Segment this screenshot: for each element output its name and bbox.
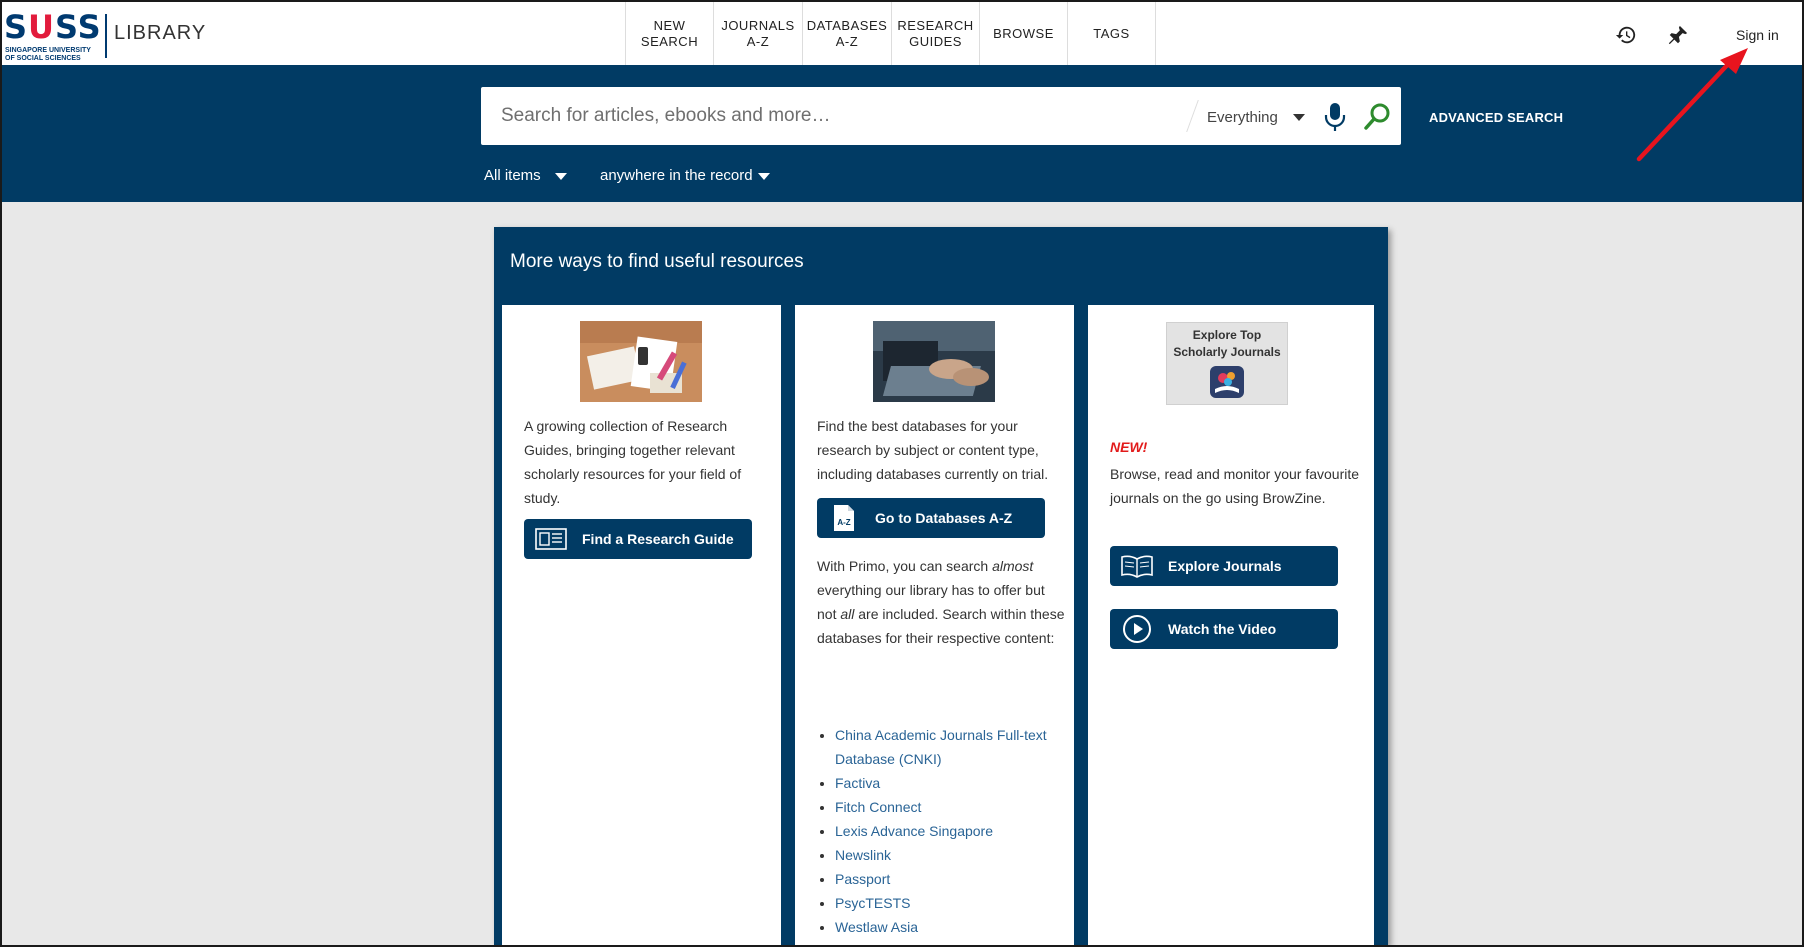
database-link-fitch[interactable]: Fitch Connect [835, 795, 1050, 819]
nav-new-search[interactable]: NEW SEARCH [626, 2, 714, 65]
svg-text:A-Z: A-Z [837, 518, 850, 527]
az-document-icon: A-Z [827, 505, 861, 531]
primo-note-em2: all [840, 606, 855, 622]
logo-subtitle-line1: SINGAPORE UNIVERSITY [5, 47, 91, 54]
resources-panel: More ways to find useful resources A gro… [494, 227, 1388, 945]
chevron-down-icon[interactable] [1293, 114, 1305, 121]
browzine-app-icon [1210, 366, 1244, 398]
logo-wordmark: SUSS [4, 8, 102, 46]
databases-card: Find the best databases for your researc… [795, 305, 1074, 945]
database-link-factiva[interactable]: Factiva [835, 771, 1050, 795]
nav-browse[interactable]: BROWSE [980, 2, 1068, 65]
app-window: SUSS SINGAPORE UNIVERSITY OF SOCIAL SCIE… [0, 0, 1804, 947]
nav-research-guides[interactable]: RESEARCH GUIDES [892, 2, 980, 65]
play-icon [1120, 615, 1154, 643]
primo-note-em1: almost [992, 558, 1034, 574]
scope-dropdown[interactable]: Everything [1207, 109, 1278, 126]
database-link-cnki[interactable]: China Academic Journals Full-text Databa… [835, 723, 1050, 771]
primo-note-part3: are included. Search within these databa… [817, 606, 1065, 646]
primo-note: With Primo, you can search almost everyt… [817, 554, 1067, 650]
search-band: Search for articles, ebooks and more… Ev… [2, 65, 1802, 202]
search-box[interactable]: Search for articles, ebooks and more… Ev… [481, 87, 1401, 145]
panel-title: More ways to find useful resources [510, 251, 804, 272]
database-link-westlaw[interactable]: Westlaw Asia [835, 915, 1050, 939]
primo-note-part1: With Primo, you can search [817, 558, 993, 574]
find-research-guide-label: Find a Research Guide [582, 531, 734, 547]
open-book-icon [1120, 553, 1154, 579]
databases-description: Find the best databases for your researc… [817, 418, 1049, 482]
annotation-arrow-icon [1636, 48, 1748, 162]
main-nav: NEW SEARCH JOURNALS A-Z DATABASES A-Z RE… [625, 2, 1156, 65]
research-guides-description: A growing collection of Research Guides,… [524, 418, 742, 506]
database-list: China Academic Journals Full-text Databa… [817, 723, 1050, 939]
explore-journals-image: Explore Top Scholarly Journals [1166, 322, 1288, 405]
database-link-psyctests[interactable]: PsycTESTS [835, 891, 1050, 915]
sign-in-link[interactable]: Sign in [1736, 27, 1779, 43]
explore-journals-label: Explore Journals [1168, 558, 1282, 574]
nav-databases-az[interactable]: DATABASES A-Z [803, 2, 892, 65]
watch-video-button[interactable]: Watch the Video [1110, 609, 1338, 649]
database-link-passport[interactable]: Passport [835, 867, 1050, 891]
database-link-newslink[interactable]: Newslink [835, 843, 1050, 867]
search-field-dropdown[interactable]: anywhere in the record [600, 167, 753, 184]
chevron-down-icon[interactable] [758, 173, 770, 180]
go-to-databases-button[interactable]: A-Z Go to Databases A-Z [817, 498, 1045, 538]
guide-icon [534, 526, 568, 552]
new-label: NEW! [1110, 439, 1148, 455]
find-research-guide-button[interactable]: Find a Research Guide [524, 519, 752, 559]
chevron-down-icon[interactable] [555, 173, 567, 180]
browzine-description: Browse, read and monitor your favourite … [1110, 466, 1360, 506]
library-label: LIBRARY [114, 22, 207, 44]
suss-logo[interactable]: SUSS SINGAPORE UNIVERSITY OF SOCIAL SCIE… [4, 8, 102, 63]
item-type-dropdown[interactable]: All items [484, 167, 541, 184]
nav-journals-az[interactable]: JOURNALS A-Z [714, 2, 803, 65]
laptop-typing-image [873, 321, 995, 402]
search-history-icon[interactable] [1615, 24, 1637, 46]
logo-subtitle: SINGAPORE UNIVERSITY OF SOCIAL SCIENCES [5, 47, 91, 63]
top-bar: SUSS SINGAPORE UNIVERSITY OF SOCIAL SCIE… [2, 2, 1802, 65]
logo-subtitle-line2: OF SOCIAL SCIENCES [5, 55, 81, 62]
explore-journals-button[interactable]: Explore Journals [1110, 546, 1338, 586]
go-to-databases-label: Go to Databases A-Z [875, 510, 1013, 526]
explore-journals-image-title: Explore Top Scholarly Journals [1173, 328, 1281, 359]
database-link-lexis[interactable]: Lexis Advance Singapore [835, 819, 1050, 843]
scope-separator [1186, 100, 1199, 132]
search-input[interactable]: Search for articles, ebooks and more… [501, 105, 831, 127]
pin-icon[interactable] [1667, 24, 1689, 46]
research-guides-card: A growing collection of Research Guides,… [502, 305, 781, 945]
nav-tags[interactable]: TAGS [1068, 2, 1156, 65]
search-icon[interactable] [1363, 102, 1391, 132]
advanced-search-link[interactable]: ADVANCED SEARCH [1429, 110, 1563, 125]
research-desk-image [580, 321, 702, 402]
microphone-icon[interactable] [1323, 101, 1347, 133]
watch-video-label: Watch the Video [1168, 621, 1277, 637]
logo-divider [105, 14, 107, 58]
browzine-card: Explore Top Scholarly Journals NEW! Brow… [1088, 305, 1374, 945]
